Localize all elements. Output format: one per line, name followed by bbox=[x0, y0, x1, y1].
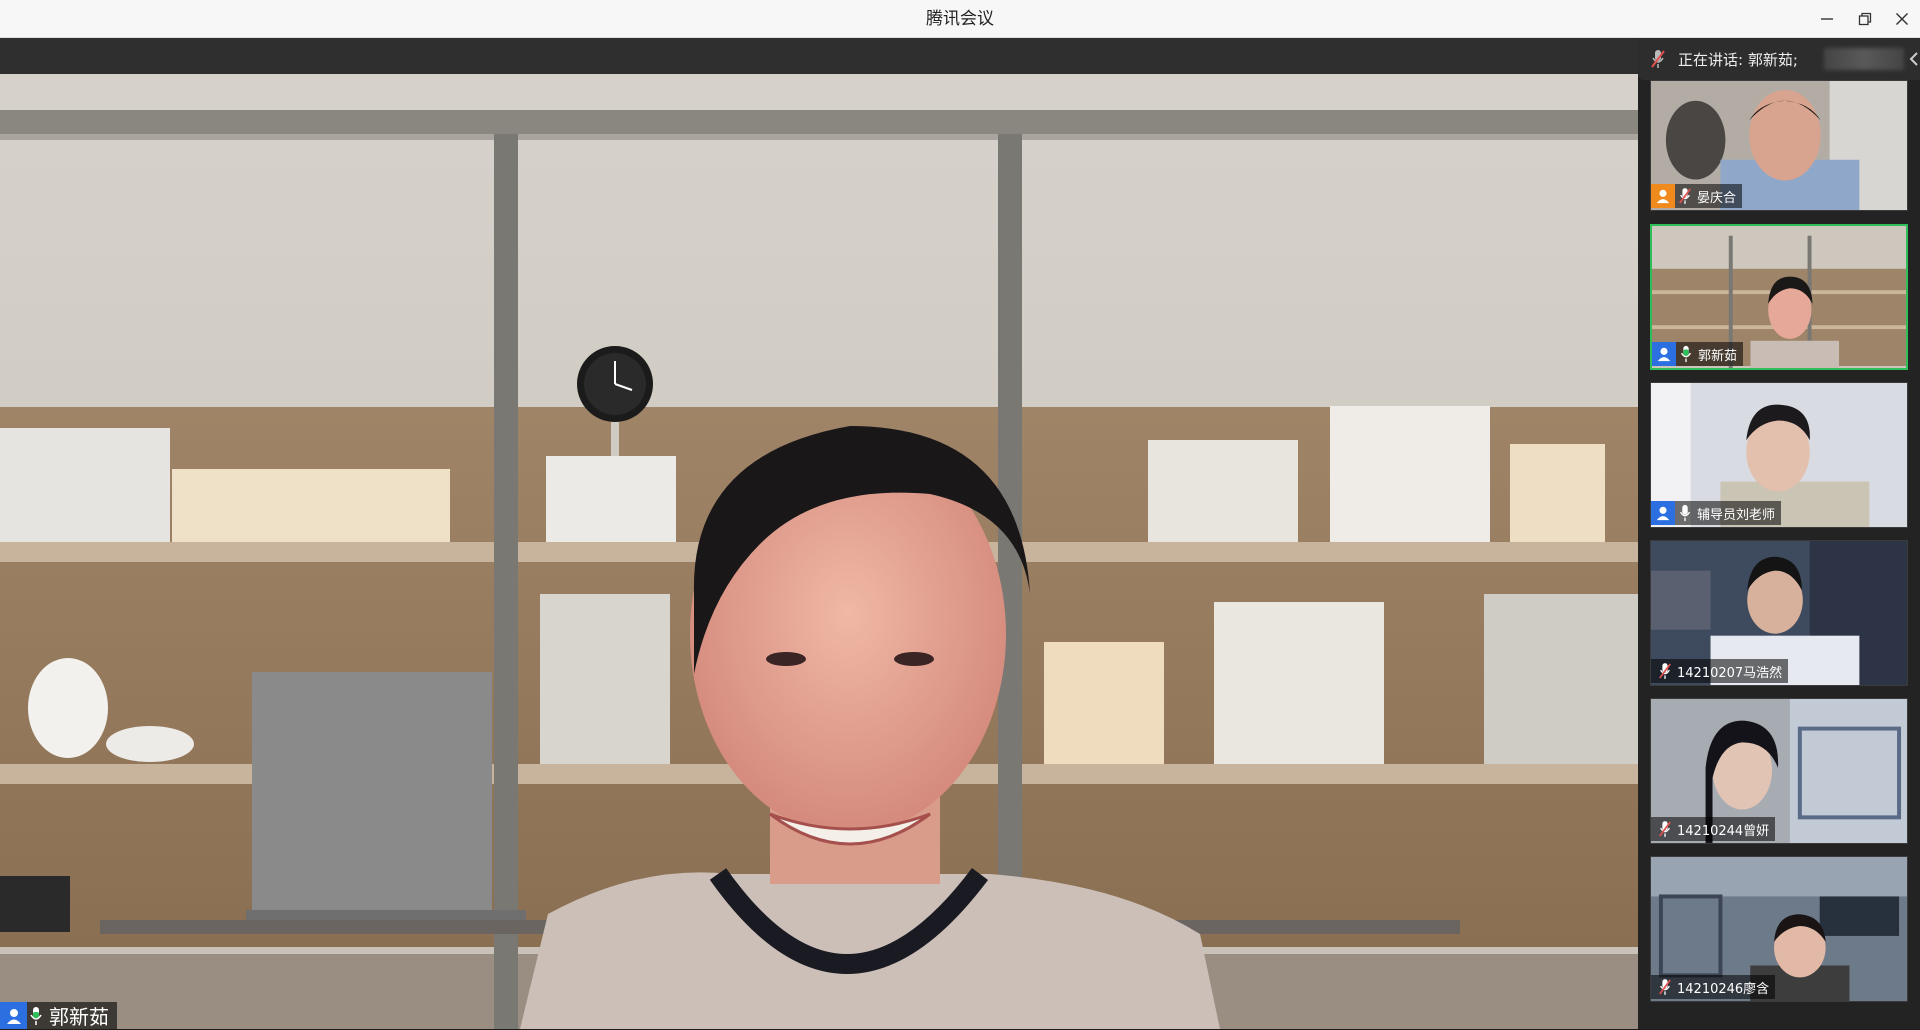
participant-tile[interactable]: 14210207马浩然 bbox=[1650, 540, 1908, 686]
mic-muted-icon bbox=[1675, 184, 1695, 208]
minimize-icon bbox=[1821, 18, 1833, 20]
mic-icon bbox=[1675, 501, 1695, 525]
participant-name-tag: 辅导员刘老师 bbox=[1651, 501, 1782, 525]
collapse-sidebar-button[interactable] bbox=[1908, 48, 1920, 70]
participant-name: 14210207马浩然 bbox=[1677, 665, 1783, 681]
blurred-region bbox=[1824, 48, 1904, 70]
restore-icon bbox=[1858, 12, 1872, 26]
participant-name: 郭新茹 bbox=[1698, 348, 1738, 364]
main-speaker-name-tag: 郭新茹 bbox=[0, 1002, 117, 1029]
participant-sidebar: 正在讲话: 郭新茹; 晏庆合 郭新茹 辅导员刘老师 14210207马浩然 14… bbox=[1638, 38, 1920, 1029]
user-icon bbox=[0, 1002, 27, 1029]
participant-name: 晏庆合 bbox=[1697, 190, 1737, 206]
participant-name: 14210244曾妍 bbox=[1677, 823, 1770, 839]
participant-name-tag: 晏庆合 bbox=[1651, 184, 1743, 208]
user-icon bbox=[1651, 501, 1675, 525]
window-title: 腾讯会议 bbox=[926, 9, 994, 29]
mic-speaking-icon bbox=[1676, 342, 1696, 366]
participant-name-tag: 14210246廖含 bbox=[1651, 975, 1776, 999]
participant-name: 14210246廖含 bbox=[1677, 981, 1770, 997]
participant-name-tag: 14210244曾妍 bbox=[1651, 817, 1776, 841]
speaking-text: 正在讲话: 郭新茹; bbox=[1678, 50, 1798, 69]
mic-muted-icon bbox=[1638, 38, 1678, 80]
main-speaker-video[interactable] bbox=[0, 74, 1638, 1029]
participant-tile[interactable]: 辅导员刘老师 bbox=[1650, 382, 1908, 528]
participant-name-tag: 郭新茹 bbox=[1652, 342, 1744, 366]
close-icon bbox=[1896, 13, 1908, 25]
mic-muted-icon bbox=[1655, 659, 1675, 683]
chevron-left-icon bbox=[1909, 52, 1918, 66]
title-bar: 腾讯会议 bbox=[0, 0, 1920, 38]
close-button[interactable] bbox=[1882, 0, 1920, 38]
speaking-indicator-bar: 正在讲话: 郭新茹; bbox=[1638, 38, 1920, 80]
main-speaker-name: 郭新茹 bbox=[49, 1005, 109, 1029]
host-icon bbox=[1651, 184, 1675, 208]
restore-button[interactable] bbox=[1845, 0, 1885, 38]
user-icon bbox=[1652, 342, 1676, 366]
participant-tile-active[interactable]: 郭新茹 bbox=[1650, 224, 1908, 370]
minimize-button[interactable] bbox=[1807, 0, 1847, 38]
participant-name: 辅导员刘老师 bbox=[1697, 507, 1776, 523]
participant-tile[interactable]: 14210246廖含 bbox=[1650, 856, 1908, 1002]
participant-tile[interactable]: 14210244曾妍 bbox=[1650, 698, 1908, 844]
virtual-background-shelf bbox=[0, 74, 1638, 1029]
participant-name-tag: 14210207马浩然 bbox=[1651, 659, 1789, 683]
mic-muted-icon bbox=[1655, 975, 1675, 999]
main-stage: 郭新茹 bbox=[0, 38, 1638, 1029]
participant-tile[interactable]: 晏庆合 bbox=[1650, 80, 1908, 211]
mic-speaking-icon bbox=[27, 1002, 45, 1029]
stage-top-strip bbox=[0, 38, 1638, 74]
mic-muted-icon bbox=[1655, 817, 1675, 841]
